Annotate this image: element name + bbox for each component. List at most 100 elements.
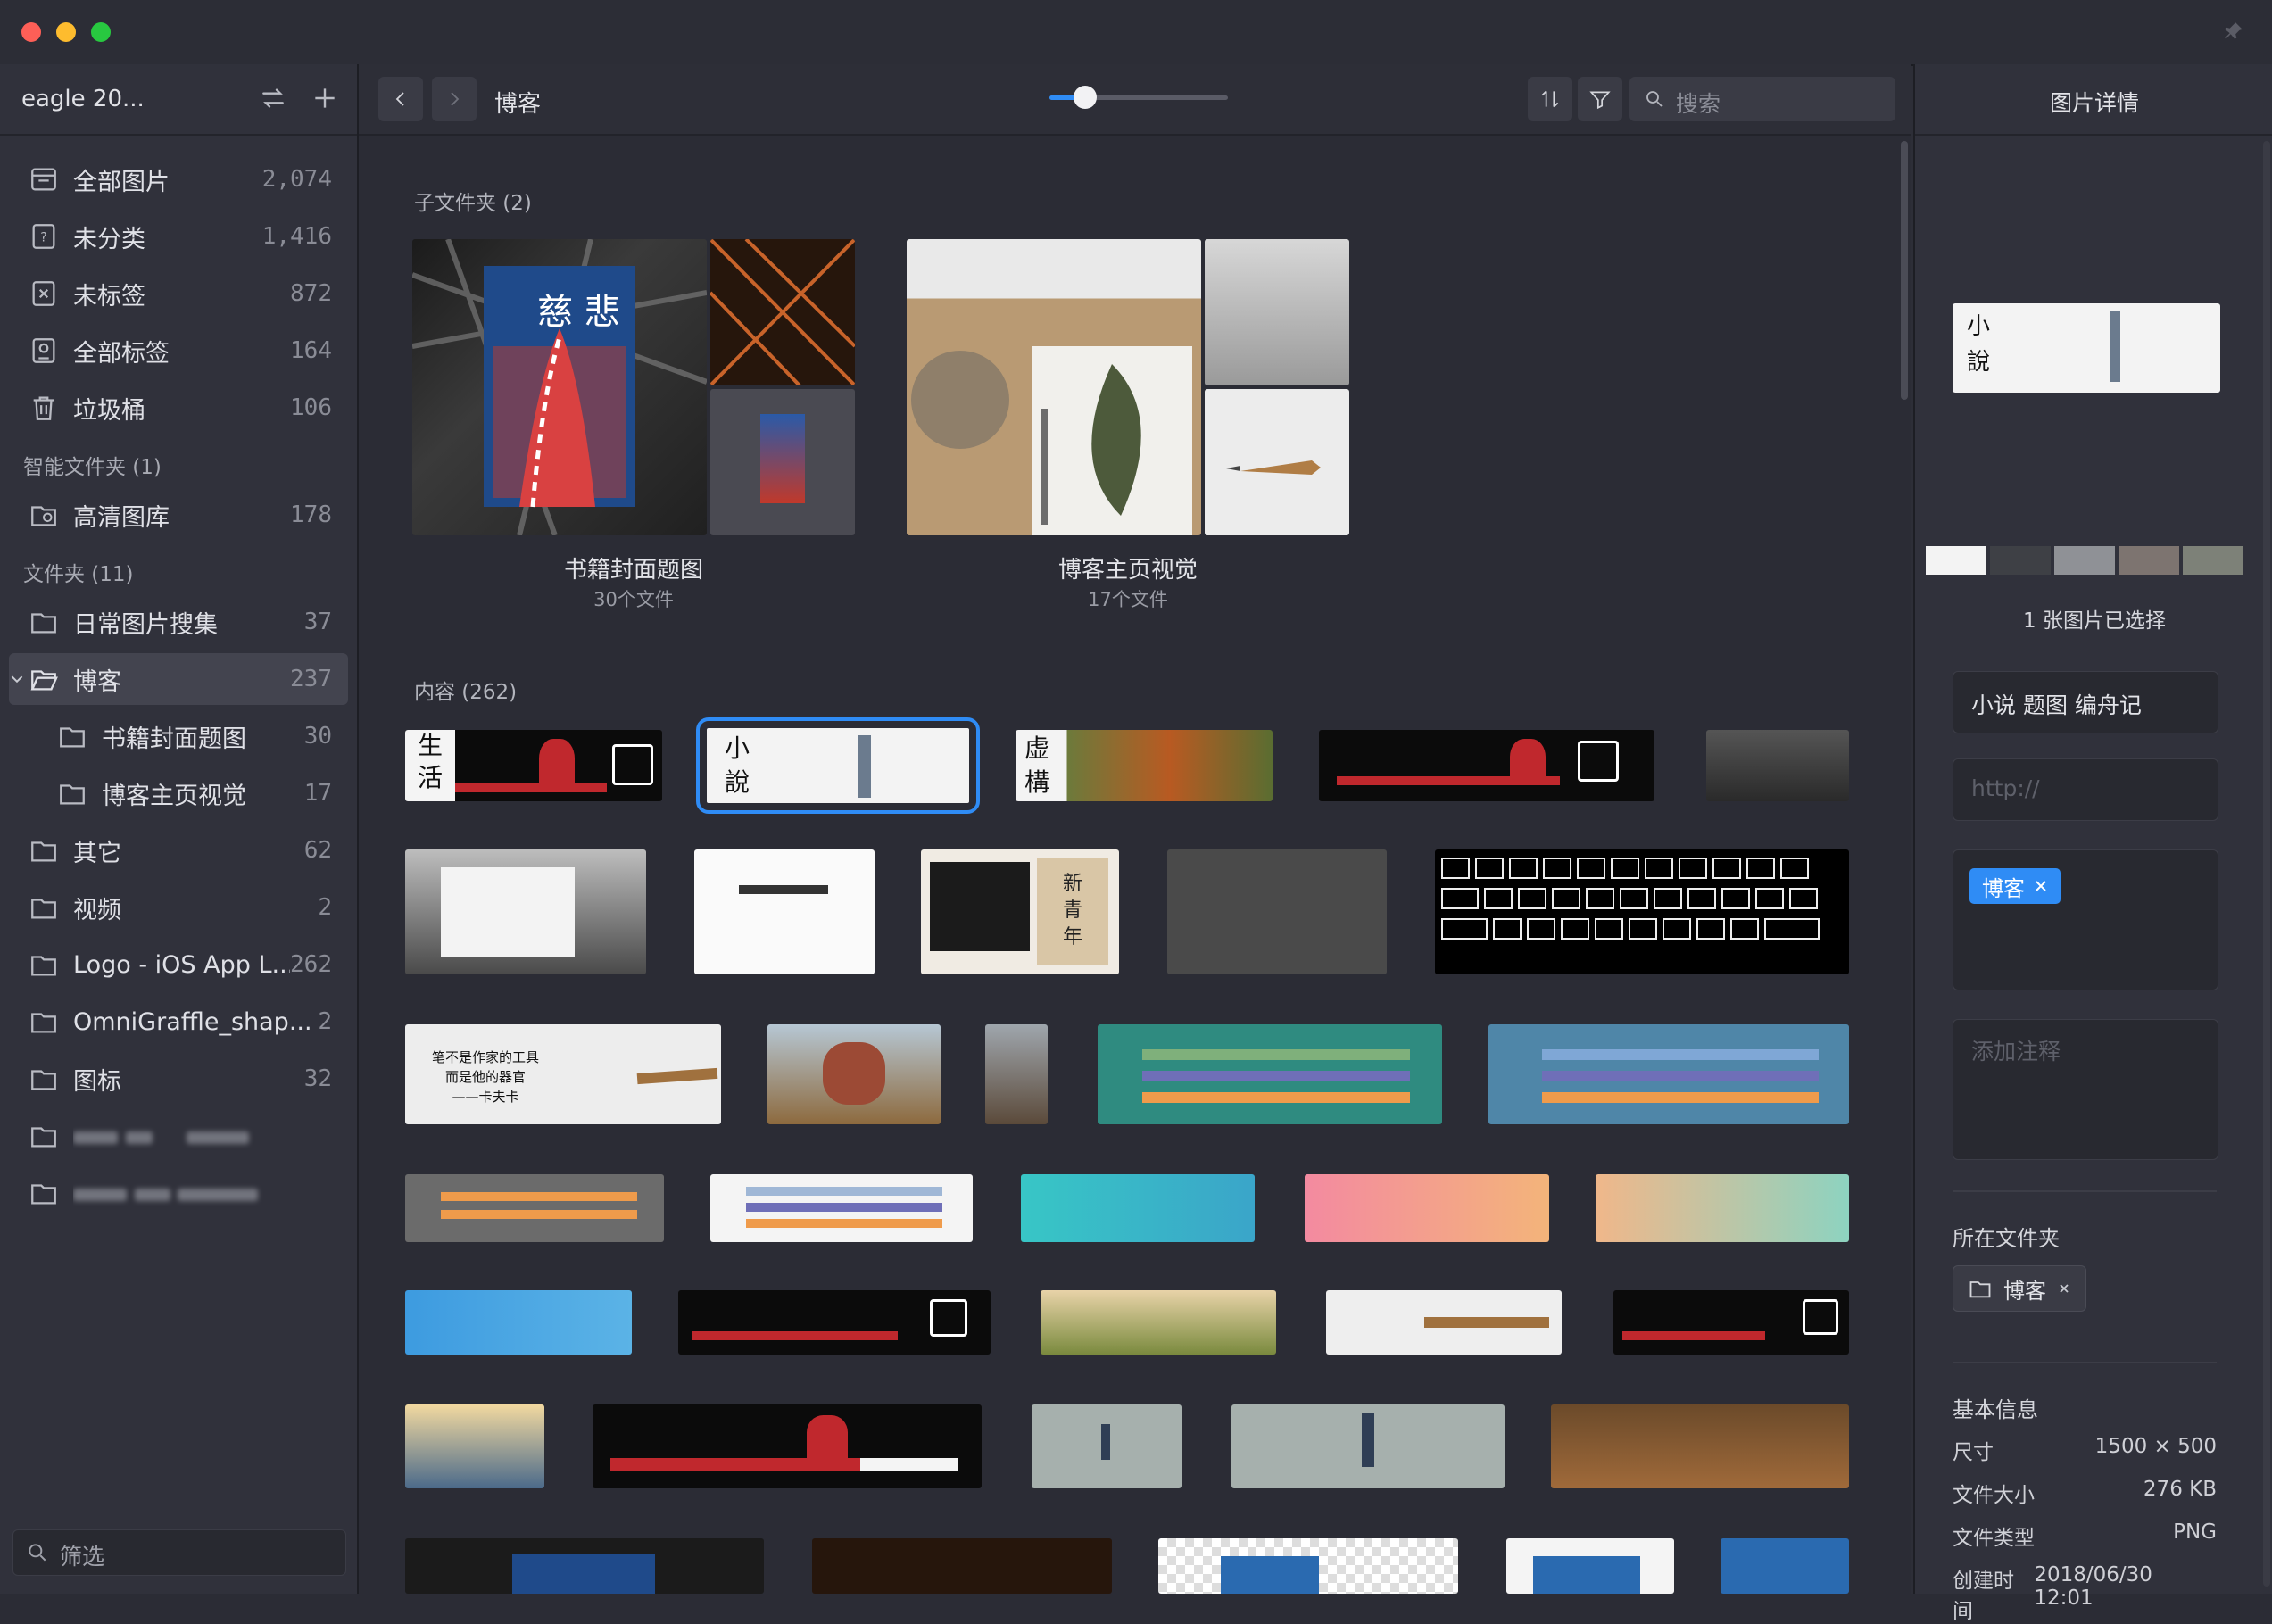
subfolder-card-blog-visual[interactable]: 博客主页视觉 17个文件: [907, 239, 1349, 610]
image-thumbnail[interactable]: [1706, 730, 1849, 801]
sidebar-item-all-images[interactable]: 全部图片 2,074: [9, 153, 348, 205]
search-input[interactable]: 搜索: [1629, 77, 1895, 121]
image-thumbnail[interactable]: 虚構: [1016, 730, 1273, 801]
image-thumbnail[interactable]: [1721, 1538, 1849, 1594]
color-swatch[interactable]: [2183, 546, 2243, 575]
image-thumbnail[interactable]: [1032, 1404, 1182, 1488]
sidebar-folder-other[interactable]: 其它 62: [9, 824, 348, 876]
sidebar-folder-blog-visual[interactable]: 博客主页视觉 17: [37, 767, 348, 819]
sidebar-item-untagged[interactable]: 未标签 872: [9, 268, 348, 319]
quote-line: 而是他的器官: [445, 1069, 527, 1085]
image-thumbnail[interactable]: [1326, 1290, 1562, 1355]
color-swatch[interactable]: [2119, 546, 2179, 575]
sidebar-folder-blurred-2[interactable]: [9, 1167, 348, 1219]
sidebar-folder-daily[interactable]: 日常图片搜集 37: [9, 596, 348, 648]
back-button[interactable]: [378, 77, 423, 121]
image-thumbnail-selected[interactable]: 小說: [696, 717, 980, 814]
image-thumbnail[interactable]: [1488, 1024, 1849, 1124]
image-thumbnail[interactable]: [1435, 849, 1849, 974]
forward-button[interactable]: [432, 77, 477, 121]
magazine-cover: 新青年: [1037, 858, 1108, 965]
sidebar-item-all-tags[interactable]: 全部标签 164: [9, 325, 348, 377]
image-thumbnail[interactable]: [767, 1024, 941, 1124]
image-thumbnail[interactable]: [405, 1174, 664, 1242]
quote-line: ——卡夫卡: [452, 1089, 519, 1105]
color-swatch[interactable]: [2054, 546, 2115, 575]
subfolder-card-book-covers[interactable]: 慈 悲 书籍封面题图 30个文件: [412, 239, 855, 610]
image-thumbnail[interactable]: 笔不是作家的工具 而是他的器官 ——卡夫卡: [405, 1024, 721, 1124]
image-thumbnail[interactable]: [1167, 849, 1387, 974]
close-window-button[interactable]: [21, 22, 41, 42]
sidebar-item-trash[interactable]: 垃圾桶 106: [9, 382, 348, 434]
library-name[interactable]: eagle 20...: [21, 86, 145, 112]
sidebar-item-count: 872: [290, 280, 332, 307]
image-thumbnail[interactable]: [1506, 1538, 1674, 1594]
poster-image: [930, 862, 1030, 951]
sidebar-folder-blurred-1[interactable]: [9, 1110, 348, 1162]
sidebar-folder-video[interactable]: 视频 2: [9, 882, 348, 933]
sidebar-folder-blog[interactable]: 博客 237: [9, 653, 348, 705]
progress-bar: [441, 1192, 637, 1201]
red-figure: [1510, 739, 1546, 783]
notes-field[interactable]: 添加注释: [1953, 1019, 2218, 1160]
image-thumbnail[interactable]: [1305, 1174, 1549, 1242]
color-swatch[interactable]: [1926, 546, 1986, 575]
image-thumbnail[interactable]: 新青年: [921, 849, 1119, 974]
maximize-window-button[interactable]: [91, 22, 111, 42]
image-thumbnail[interactable]: [1041, 1290, 1276, 1355]
sidebar-item-count: 30: [303, 723, 332, 750]
name-field[interactable]: 小说 题图 编舟记: [1953, 671, 2218, 733]
sidebar-item-uncategorized[interactable]: ? 未分类 1,416: [9, 211, 348, 262]
info-value: 276 KB: [2143, 1478, 2217, 1501]
add-icon[interactable]: [311, 84, 339, 112]
color-swatch[interactable]: [1990, 546, 2051, 575]
blurred-folder-name: [73, 1123, 348, 1150]
remove-tag-icon[interactable]: [2034, 879, 2048, 893]
image-thumbnail[interactable]: [1231, 1404, 1505, 1488]
scrollbar[interactable]: [1901, 141, 1908, 400]
image-thumbnail[interactable]: [1319, 730, 1654, 801]
minimize-window-button[interactable]: [56, 22, 76, 42]
image-thumbnail[interactable]: 生活: [405, 730, 662, 801]
svg-text:?: ?: [40, 231, 47, 245]
image-thumbnail[interactable]: [678, 1290, 991, 1355]
desk-figure: [612, 744, 653, 785]
folder-chip[interactable]: 博客: [1953, 1265, 2086, 1312]
image-thumbnail[interactable]: [593, 1404, 982, 1488]
sidebar-folder-logo[interactable]: Logo - iOS App L... 262: [9, 939, 348, 990]
image-thumbnail[interactable]: [1158, 1538, 1458, 1594]
image-thumbnail[interactable]: [1098, 1024, 1442, 1124]
sort-button[interactable]: [1528, 77, 1572, 121]
sidebar-folder-book-covers[interactable]: 书籍封面题图 30: [37, 710, 348, 762]
chevron-down-icon[interactable]: [11, 673, 23, 685]
url-field[interactable]: http://: [1953, 758, 2218, 821]
zoom-slider-handle[interactable]: [1074, 86, 1097, 109]
smart-folder-section-title[interactable]: 智能文件夹 (1): [23, 450, 162, 480]
tags-field[interactable]: 博客: [1953, 849, 2218, 990]
details-scrollbar[interactable]: [2263, 141, 2270, 1587]
zoom-slider[interactable]: [1049, 86, 1228, 109]
image-thumbnail[interactable]: [1551, 1404, 1849, 1488]
filter-button[interactable]: [1578, 77, 1622, 121]
image-thumbnail[interactable]: [710, 1174, 973, 1242]
pin-icon[interactable]: [2222, 20, 2245, 43]
preview-novel-title: 小說: [1967, 309, 1990, 380]
filter-input[interactable]: 筛选: [12, 1529, 346, 1576]
folder-section-title[interactable]: 文件夹 (11): [23, 557, 134, 587]
image-thumbnail[interactable]: [405, 1538, 764, 1594]
sidebar-item-hd-gallery[interactable]: 高清图库 178: [9, 489, 348, 541]
image-thumbnail[interactable]: [1021, 1174, 1255, 1242]
image-thumbnail[interactable]: [405, 1290, 632, 1355]
image-thumbnail[interactable]: [405, 849, 646, 974]
image-thumbnail[interactable]: [1613, 1290, 1849, 1355]
image-thumbnail[interactable]: [405, 1404, 544, 1488]
image-thumbnail[interactable]: [694, 849, 875, 974]
image-thumbnail[interactable]: [812, 1538, 1112, 1594]
sidebar-folder-omnigraffle[interactable]: OmniGraffle_shap... 2: [9, 996, 348, 1048]
image-thumbnail[interactable]: [1596, 1174, 1849, 1242]
tag-chip[interactable]: 博客: [1969, 868, 2061, 904]
remove-folder-icon[interactable]: [2057, 1281, 2071, 1296]
image-thumbnail[interactable]: [985, 1024, 1048, 1124]
switch-library-icon[interactable]: [259, 84, 287, 112]
sidebar-folder-icons[interactable]: 图标 32: [9, 1053, 348, 1105]
